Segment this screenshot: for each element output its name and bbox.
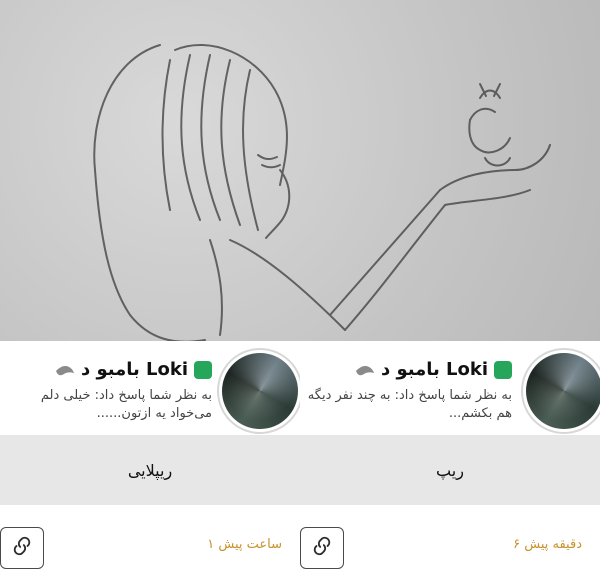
link-icon bbox=[11, 535, 33, 561]
reply-area[interactable]: ریپلایی bbox=[0, 435, 300, 505]
pencil-sketch-icon bbox=[93, 44, 551, 343]
link-button[interactable] bbox=[300, 527, 344, 569]
bird-icon bbox=[55, 361, 75, 379]
reply-text: ریپلایی bbox=[127, 460, 173, 480]
avatar[interactable] bbox=[222, 353, 298, 429]
link-button[interactable] bbox=[0, 527, 44, 569]
sketch-artwork bbox=[0, 0, 600, 350]
avatar[interactable] bbox=[526, 353, 600, 429]
username[interactable]: بامبو د Loki bbox=[355, 359, 512, 380]
badge-icon bbox=[194, 360, 212, 379]
username[interactable]: بامبو د Loki bbox=[55, 359, 212, 380]
username-text: بامبو د Loki bbox=[380, 359, 488, 380]
badge-icon bbox=[494, 360, 512, 379]
username-text: بامبو د Loki bbox=[80, 359, 188, 380]
comment-text: به نظر شما پاسخ داد: خیلی دلم می‌خواد یه… bbox=[40, 388, 212, 421]
reply-text: ریپ bbox=[436, 460, 464, 480]
reply-area[interactable]: ریپ bbox=[300, 435, 600, 505]
link-icon bbox=[311, 535, 333, 561]
notification-panel-left: بامبو د Loki به نظر شما پاسخ داد: خیلی د… bbox=[0, 341, 300, 576]
timestamp: ۶ دقیقه پیش bbox=[513, 537, 582, 552]
comment-text: به نظر شما پاسخ داد: به چند نفر دیگه هم … bbox=[307, 388, 512, 421]
notification-panel-right: بامبو د Loki به نظر شما پاسخ داد: به چند… bbox=[300, 341, 600, 576]
bird-icon bbox=[355, 361, 375, 379]
timestamp: ۱ ساعت پیش bbox=[207, 537, 282, 552]
